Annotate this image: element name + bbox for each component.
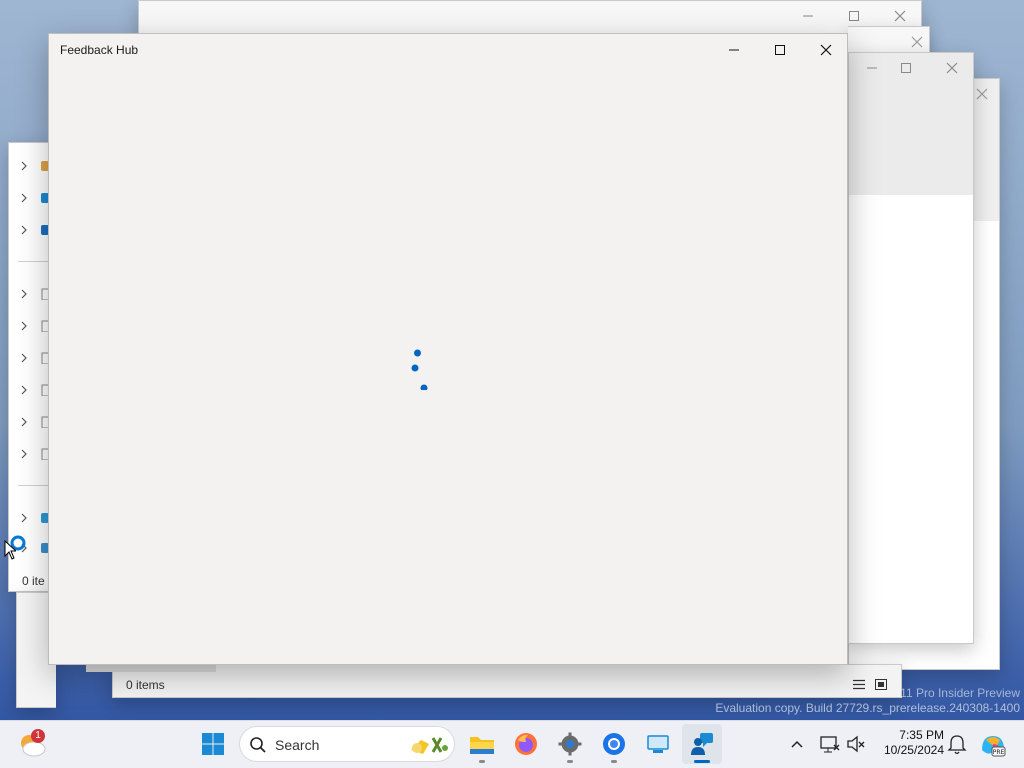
settings-taskbar-button[interactable]: [550, 724, 590, 764]
nav-tree-item[interactable]: [8, 345, 50, 369]
feedback-hub-window: Feedback Hub: [48, 33, 848, 665]
show-hidden-icons-button[interactable]: [786, 732, 808, 756]
chevron-right-icon[interactable]: [20, 383, 28, 401]
explorer-bottom-strip: [86, 664, 216, 672]
copilot-icon: PRE: [982, 736, 1006, 757]
chevron-right-icon[interactable]: [20, 159, 28, 177]
search-icon: [249, 736, 267, 759]
spinner-dot: [411, 364, 419, 372]
weather-widget[interactable]: 1: [16, 726, 52, 762]
close-button[interactable]: [929, 53, 975, 83]
nav-tree-item[interactable]: [8, 441, 50, 465]
spinner-dot: [420, 384, 428, 392]
spinner-dot: [414, 349, 421, 357]
chevron-right-icon[interactable]: [20, 511, 28, 529]
windows-logo-icon: [202, 733, 224, 755]
nav-divider: [18, 261, 48, 262]
notifications-button[interactable]: [946, 732, 968, 756]
nav-tree-item[interactable]: [8, 409, 50, 433]
taskbar-search-box[interactable]: Search: [239, 726, 455, 762]
folder-icon: [470, 737, 494, 754]
file-explorer-taskbar-button[interactable]: [462, 724, 502, 764]
clock-time: 7:35 PM: [899, 728, 944, 742]
firefox-icon: [515, 733, 537, 755]
minimize-button[interactable]: [711, 34, 757, 66]
details-view-icon[interactable]: [853, 677, 865, 695]
nav-tree-item[interactable]: [8, 313, 50, 337]
nav-divider: [18, 485, 48, 486]
start-button[interactable]: [193, 724, 233, 764]
chevron-right-icon[interactable]: [20, 319, 28, 337]
chevron-up-icon: [791, 740, 803, 748]
chevron-right-icon[interactable]: [20, 191, 28, 209]
nav-tree-item[interactable]: [8, 281, 50, 305]
chevron-right-icon[interactable]: [20, 351, 28, 369]
network-icon: [820, 736, 840, 753]
remote-desktop-taskbar-button[interactable]: [638, 724, 678, 764]
search-highlight-icon: [407, 732, 451, 763]
title-bar[interactable]: Feedback Hub: [49, 34, 847, 66]
chevron-right-icon[interactable]: [20, 223, 28, 241]
notification-badge: 1: [31, 729, 45, 743]
chrome-icon: [603, 733, 625, 755]
volume-tray-button[interactable]: [844, 732, 868, 756]
window-title: Feedback Hub: [60, 43, 139, 57]
volume-muted-icon: [847, 735, 865, 753]
watermark-line-1: 11 Pro Insider Preview: [900, 686, 1020, 700]
clock-date: 10/25/2024: [883, 743, 944, 757]
mouse-cursor-icon: [4, 539, 18, 565]
nav-tree-item[interactable]: [8, 153, 49, 177]
svg-text:PRE: PRE: [993, 749, 1005, 756]
firefox-taskbar-button[interactable]: [506, 724, 546, 764]
clock[interactable]: 7:35 PM 10/25/2024: [872, 728, 944, 760]
chevron-right-icon[interactable]: [20, 287, 28, 305]
status-text: 0 ite: [22, 574, 45, 588]
maximize-button[interactable]: [883, 53, 929, 83]
bell-icon: [947, 735, 967, 755]
minimize-button[interactable]: [785, 1, 831, 31]
chevron-right-icon[interactable]: [20, 447, 28, 465]
chevron-right-icon[interactable]: [20, 415, 28, 433]
feedback-hub-taskbar-button[interactable]: [682, 724, 722, 764]
nav-tree-item[interactable]: [8, 185, 49, 209]
network-tray-button[interactable]: [818, 732, 842, 756]
watermark-line-2: Evaluation copy. Build 27729.rs_prerelea…: [715, 701, 1020, 715]
tiles-view-icon[interactable]: [875, 677, 887, 695]
nav-tree-item[interactable]: [8, 377, 50, 401]
chrome-taskbar-button[interactable]: [594, 724, 634, 764]
remote-desktop-icon: [647, 735, 669, 753]
nav-tree-item[interactable]: [8, 505, 49, 529]
gear-icon: [558, 732, 582, 756]
item-count: 0 items: [126, 678, 165, 692]
feedback-hub-icon: [691, 733, 713, 755]
loading-spinner: [409, 346, 429, 392]
copilot-button[interactable]: PRE: [978, 730, 1008, 760]
close-button[interactable]: [803, 34, 849, 66]
explorer-status-window: 0 items: [112, 664, 902, 698]
background-window-4: [848, 52, 974, 644]
search-placeholder: Search: [275, 737, 320, 753]
maximize-button[interactable]: [757, 34, 803, 66]
nav-tree-item[interactable]: [8, 217, 49, 241]
